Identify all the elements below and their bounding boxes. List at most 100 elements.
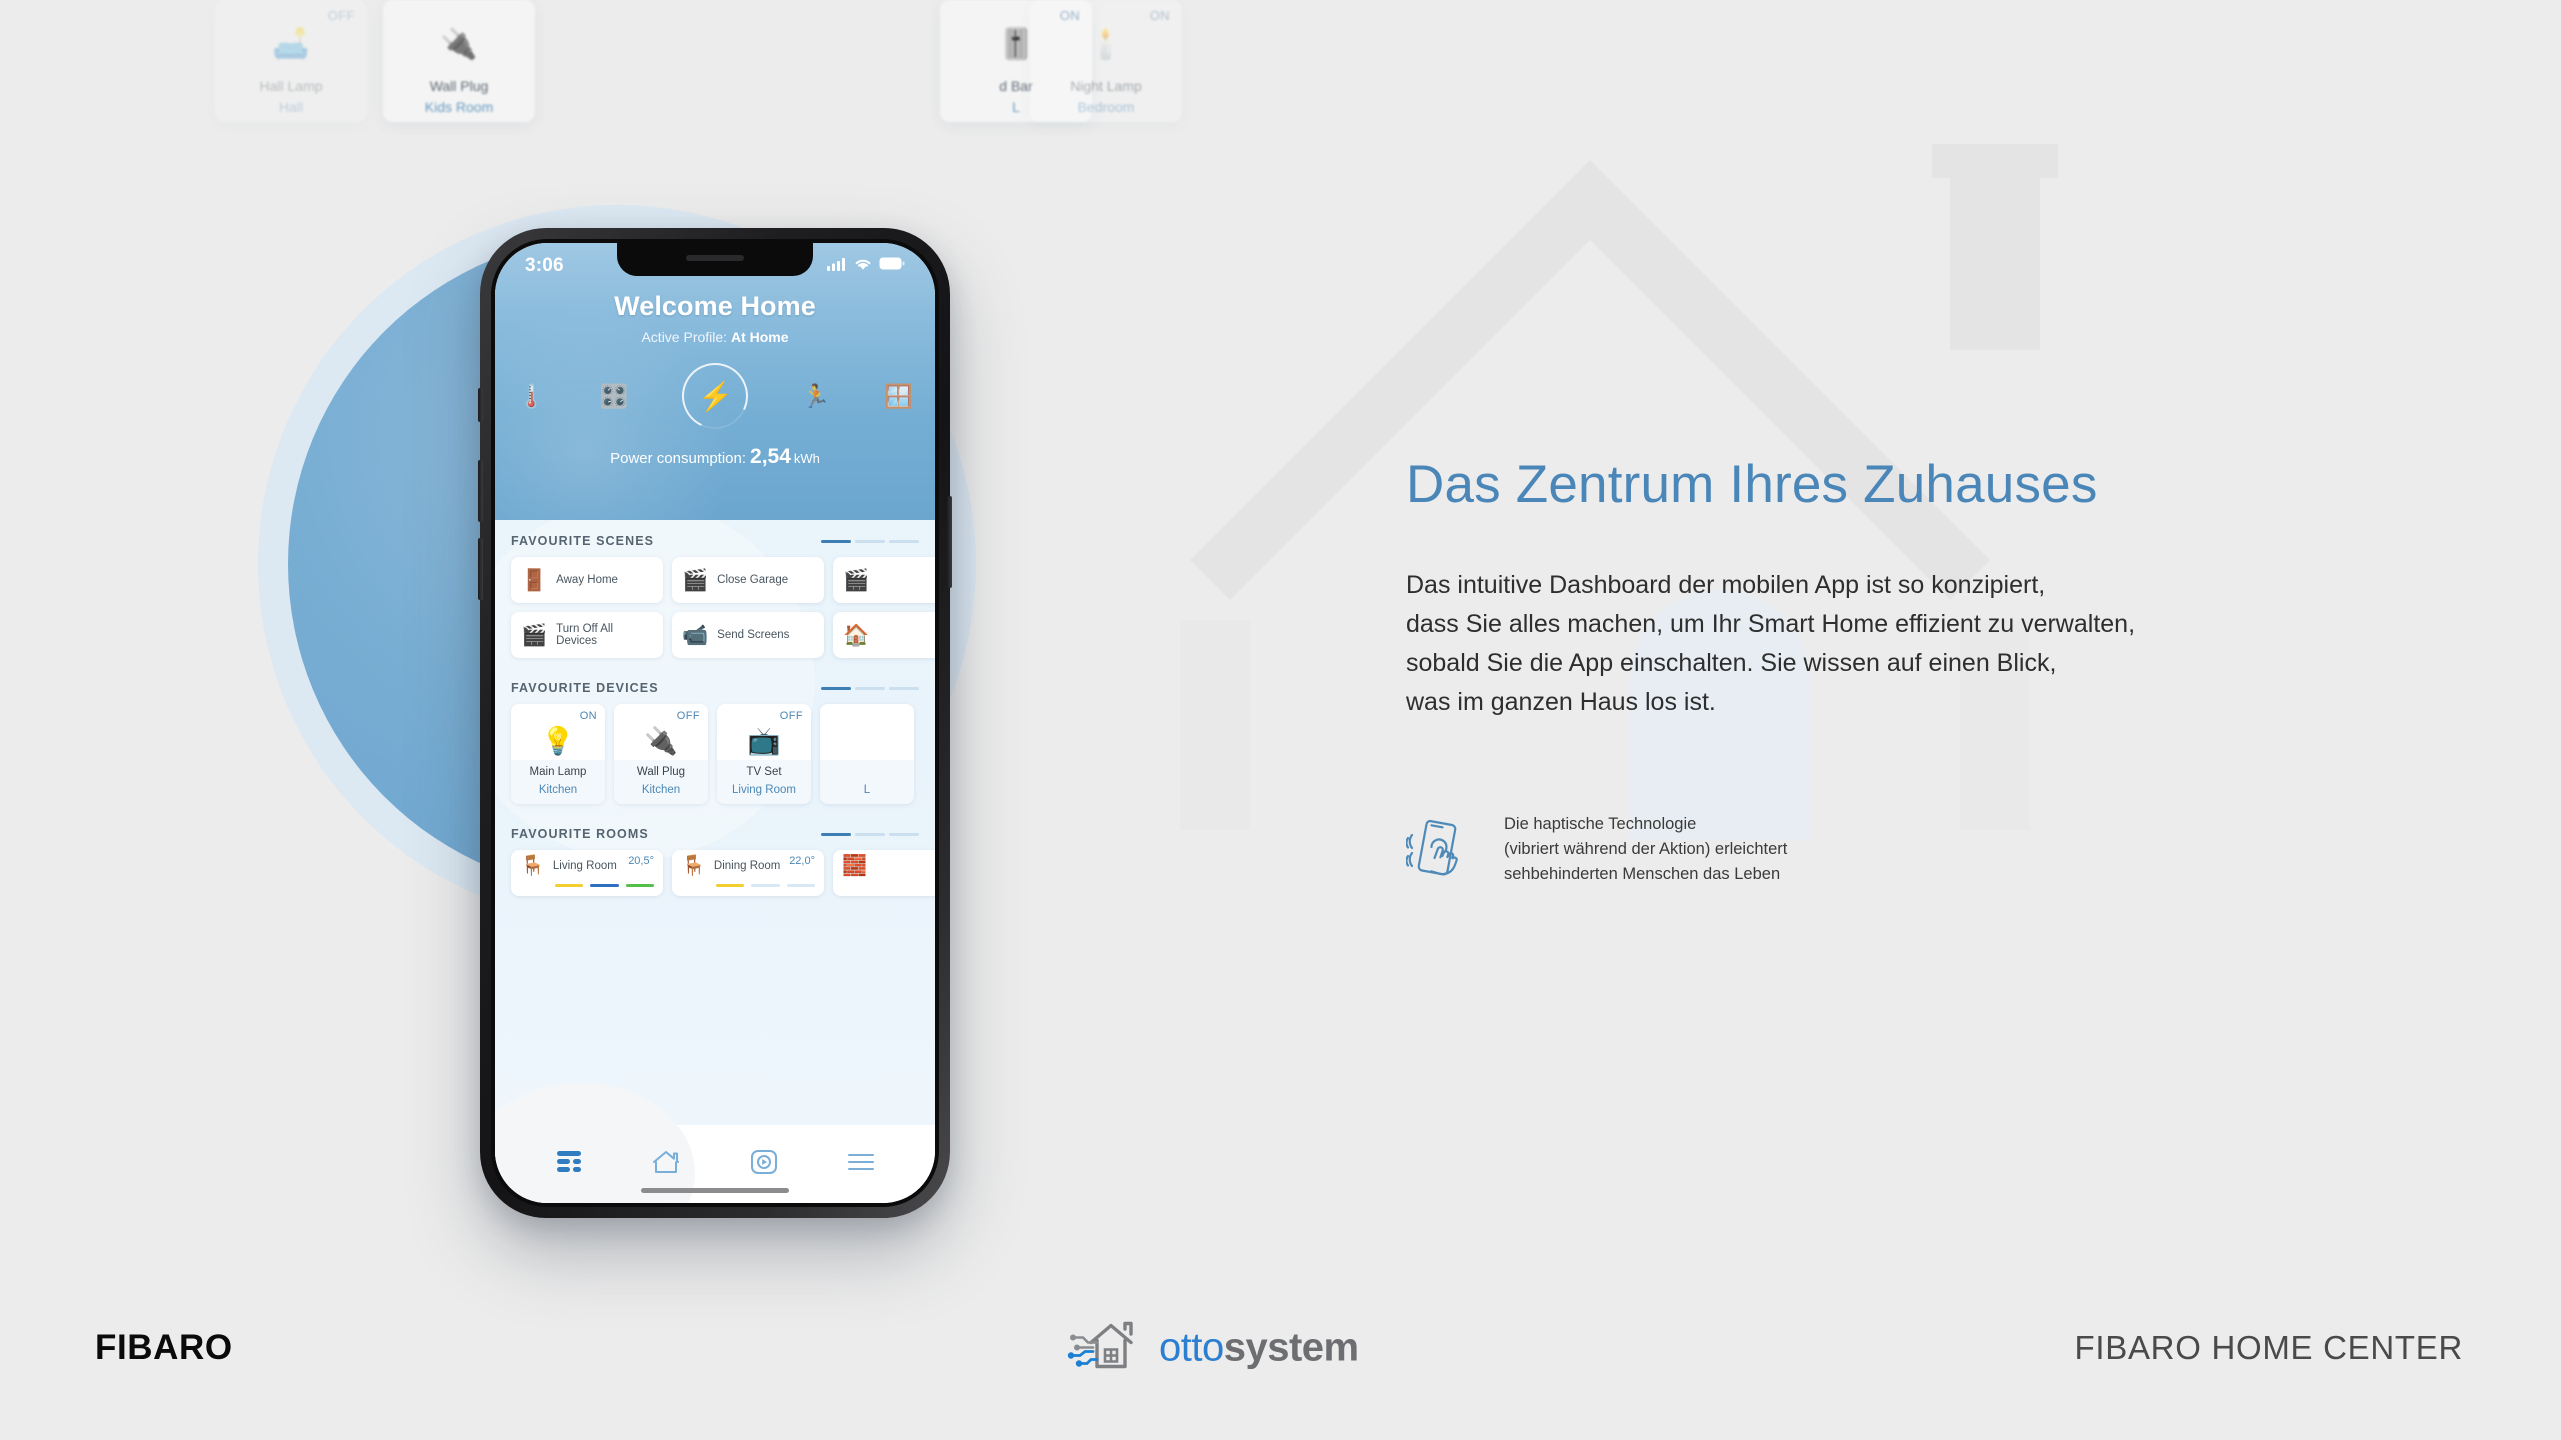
device-state: ON (579, 710, 597, 722)
device-state: OFF (779, 710, 803, 722)
ottosystem-logo: ottosystem (1067, 1317, 1359, 1380)
status-bar (590, 884, 619, 887)
pager-dot[interactable] (855, 686, 885, 690)
scene-label: Send Screens (717, 629, 790, 641)
haptic-line: (vibriert während der Aktion) erleichter… (1504, 839, 1788, 858)
device-card[interactable]: ON 💡 Main Lamp Kitchen (511, 704, 605, 804)
pager-dot-active[interactable] (821, 832, 851, 836)
body-copy: Das intuitive Dashboard der mobilen App … (1406, 566, 2466, 722)
device-room: Kitchen (641, 784, 681, 796)
volume-down-button[interactable] (478, 538, 483, 600)
oven-icon[interactable]: 🎛️ (600, 384, 629, 408)
room-card[interactable]: 🧱 (833, 850, 935, 896)
cellular-signal-icon (827, 257, 847, 276)
room-temperature: 22,0° (789, 855, 815, 867)
ghost-state: ON (1149, 8, 1170, 23)
earpiece-speaker-icon (686, 255, 744, 261)
haptic-line: sehbehinderten Menschen das Leben (1504, 864, 1781, 883)
ghost-name: Night Lamp (1070, 78, 1142, 94)
clapperboard-icon: 🎬 (843, 568, 870, 592)
quick-action-row: 🌡️ 🎛️ ⚡ 🏃 🪟 (495, 345, 935, 439)
device-name: Main Lamp (529, 766, 587, 778)
status-bar (786, 884, 815, 887)
pager-dot[interactable] (889, 686, 919, 690)
wifi-icon (854, 257, 872, 276)
pager-dot[interactable] (855, 539, 885, 543)
device-card[interactable]: OFF 🔌 Wall Plug Kitchen (614, 704, 708, 804)
room-card[interactable]: 20,5° 🪑 Living Room (511, 850, 663, 896)
status-bar (555, 884, 584, 887)
pager-dot[interactable] (855, 832, 885, 836)
home-indicator[interactable] (641, 1188, 789, 1193)
scenes-pager[interactable] (821, 539, 919, 543)
menu-tab[interactable] (847, 1151, 875, 1178)
room-card[interactable]: 22,0° 🪑 Dining Room (672, 850, 824, 896)
power-button[interactable] (947, 496, 952, 588)
favourite-rooms-section: FAVOURITE ROOMS 20,5° 🪑 Living Room 22,0… (495, 813, 935, 896)
background-device-card: OFF 🛋️ Hall Lamp Hall (215, 0, 367, 122)
house-icon: 🏠 (843, 623, 870, 647)
ghost-icon: 🔌 (440, 28, 478, 61)
pager-dot-active[interactable] (821, 539, 851, 543)
device-row: ON 💡 Main Lamp Kitchen OFF 🔌 Wall Plug K… (511, 704, 919, 804)
background-device-card: ON 🕯️ Night Lamp Bedroom (1030, 0, 1182, 122)
background-device-card: 🔌 Wall Plug Kids Room (383, 0, 535, 122)
device-room: L (863, 784, 871, 796)
phone-screen: 3:06 Welcome Home Active Profile: At Hom… (495, 243, 935, 1203)
logo-system: system (1223, 1325, 1359, 1370)
battery-icon (879, 257, 905, 275)
blinds-icon[interactable]: 🪟 (884, 384, 913, 408)
room-temperature: 20,5° (628, 855, 654, 867)
section-title-devices: FAVOURITE DEVICES (511, 681, 659, 695)
scene-card[interactable]: 🏠 (833, 612, 935, 658)
pager-dot-active[interactable] (821, 686, 851, 690)
light-bulb-icon: 💡 (541, 726, 575, 756)
active-profile-value: At Home (730, 329, 789, 345)
toy-blocks-icon: 🧱 (842, 855, 867, 877)
device-room: Living Room (732, 784, 796, 796)
scene-card[interactable]: 🎬 Turn Off All Devices (511, 612, 663, 658)
scene-card[interactable]: 📹 Send Screens (672, 612, 824, 658)
energy-bolt-button[interactable]: ⚡ (672, 353, 758, 439)
section-title-rooms: FAVOURITE ROOMS (511, 827, 649, 841)
mute-switch[interactable] (478, 388, 483, 422)
scene-card[interactable]: 🎬 (833, 557, 935, 603)
armchair-icon: 🪑 (520, 855, 545, 877)
scene-card[interactable]: 🚪 Away Home (511, 557, 663, 603)
dining-table-icon: 🪑 (681, 855, 706, 877)
ghost-name: Wall Plug (429, 78, 489, 94)
room-name: Dining Room (713, 860, 781, 872)
thermometer-icon[interactable]: 🌡️ (517, 384, 546, 408)
television-icon: 📺 (747, 726, 781, 756)
rooms-pager[interactable] (821, 832, 919, 836)
room-row: 20,5° 🪑 Living Room 22,0° 🪑 Dining Room … (511, 850, 935, 896)
motion-running-icon[interactable]: 🏃 (802, 384, 831, 408)
devices-pager[interactable] (821, 686, 919, 690)
haptic-line: Die haptische Technologie (1504, 815, 1697, 833)
media-tab[interactable] (750, 1149, 778, 1180)
pager-dot[interactable] (889, 539, 919, 543)
dashboard-tab[interactable] (556, 1150, 582, 1179)
pager-dot[interactable] (889, 832, 919, 836)
fibaro-logo: FIBARO (95, 1328, 233, 1367)
device-room: Kitchen (538, 784, 578, 796)
logo-otto: otto (1159, 1325, 1224, 1370)
dashboard-content: FAVOURITE SCENES 🚪 Away Home 🎬 Close Gar… (495, 520, 935, 1125)
energy-bolt-icon: ⚡ (697, 380, 733, 412)
device-state: OFF (676, 710, 700, 722)
device-card[interactable]: L (820, 704, 914, 804)
status-bar (625, 884, 654, 887)
volume-up-button[interactable] (478, 460, 483, 522)
room-status-bars (555, 884, 654, 887)
phone-notch (617, 243, 813, 276)
scene-card[interactable]: 🎬 Close Garage (672, 557, 824, 603)
scene-label: Away Home (556, 574, 618, 586)
device-name: TV Set (746, 766, 782, 778)
open-door-icon: 🚪 (521, 568, 548, 592)
section-title-scenes: FAVOURITE SCENES (511, 534, 655, 548)
home-tab[interactable] (651, 1149, 681, 1180)
body-line: Das intuitive Dashboard der mobilen App … (1406, 570, 2046, 599)
device-card[interactable]: OFF 📺 TV Set Living Room (717, 704, 811, 804)
clapperboard-icon: 🎬 (521, 623, 548, 647)
ghost-state: OFF (327, 8, 355, 23)
